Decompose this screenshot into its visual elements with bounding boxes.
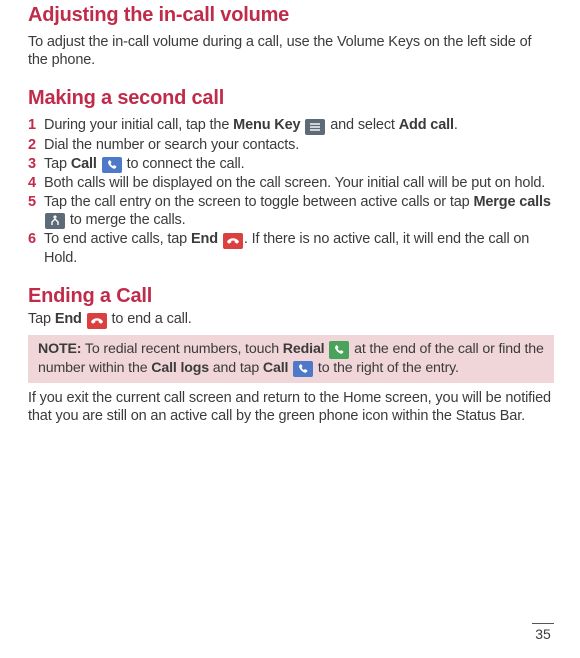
step-3: 3 Tap Call to connect the call. <box>28 155 554 173</box>
page-number: 35 <box>532 623 554 642</box>
step-5: 5 Tap the call entry on the screen to to… <box>28 193 554 229</box>
step-number: 5 <box>28 193 44 211</box>
heading-adjusting-volume: Adjusting the in-call volume <box>28 4 554 27</box>
text-fragment: and tap <box>209 360 263 376</box>
text-redial: Redial <box>283 341 325 357</box>
redial-icon <box>329 341 349 359</box>
text-menu-key: Menu Key <box>233 117 300 133</box>
text-fragment: . <box>454 117 458 133</box>
call-icon <box>102 157 122 173</box>
text-end: End <box>191 231 218 247</box>
end-call-icon <box>87 313 107 329</box>
step-text: Both calls will be displayed on the call… <box>44 174 554 192</box>
text-fragment: to connect the call. <box>123 156 245 172</box>
text-adjusting-volume: To adjust the in-call volume during a ca… <box>28 33 554 69</box>
text-fragment: and select <box>326 117 398 133</box>
note-label: NOTE: <box>38 341 81 357</box>
text-call: Call <box>71 156 97 172</box>
step-text: Tap the call entry on the screen to togg… <box>44 193 554 229</box>
text-fragment: to the right of the entry. <box>314 360 459 376</box>
text-fragment: Tap <box>44 156 71 172</box>
step-number: 1 <box>28 116 44 134</box>
text-fragment: To end active calls, tap <box>44 231 191 247</box>
step-number: 3 <box>28 155 44 173</box>
text-ending-call: Tap End to end a call. <box>28 310 554 329</box>
text-closing: If you exit the current call screen and … <box>28 389 554 425</box>
step-number: 6 <box>28 230 44 248</box>
text-merge-calls: Merge calls <box>473 194 550 210</box>
text-fragment: to end a call. <box>108 311 192 327</box>
step-1: 1 During your initial call, tap the Menu… <box>28 116 554 135</box>
note-box: NOTE: To redial recent numbers, touch Re… <box>28 335 554 383</box>
steps-making-second-call: 1 During your initial call, tap the Menu… <box>28 116 554 267</box>
text-fragment: To redial recent numbers, touch <box>81 341 282 357</box>
text-call-logs: Call logs <box>151 360 209 376</box>
heading-making-second-call: Making a second call <box>28 87 554 110</box>
step-text: Dial the number or search your contacts. <box>44 136 554 154</box>
step-number: 4 <box>28 174 44 192</box>
step-text: To end active calls, tap End . If there … <box>44 230 554 267</box>
step-text: Tap Call to connect the call. <box>44 155 554 173</box>
text-add-call: Add call <box>399 117 454 133</box>
end-call-icon <box>223 233 243 249</box>
step-text: During your initial call, tap the Menu K… <box>44 116 554 135</box>
text-fragment: Tap the call entry on the screen to togg… <box>44 194 473 210</box>
step-number: 2 <box>28 136 44 154</box>
menu-key-icon <box>305 119 325 135</box>
merge-calls-icon <box>45 213 65 229</box>
text-fragment: to merge the calls. <box>66 212 186 228</box>
text-call: Call <box>263 360 288 376</box>
step-2: 2 Dial the number or search your contact… <box>28 136 554 154</box>
step-6: 6 To end active calls, tap End . If ther… <box>28 230 554 267</box>
text-fragment: During your initial call, tap the <box>44 117 233 133</box>
heading-ending-call: Ending a Call <box>28 285 554 308</box>
step-4: 4 Both calls will be displayed on the ca… <box>28 174 554 192</box>
call-icon <box>293 361 313 377</box>
text-end: End <box>55 311 82 327</box>
text-fragment: Tap <box>28 311 55 327</box>
